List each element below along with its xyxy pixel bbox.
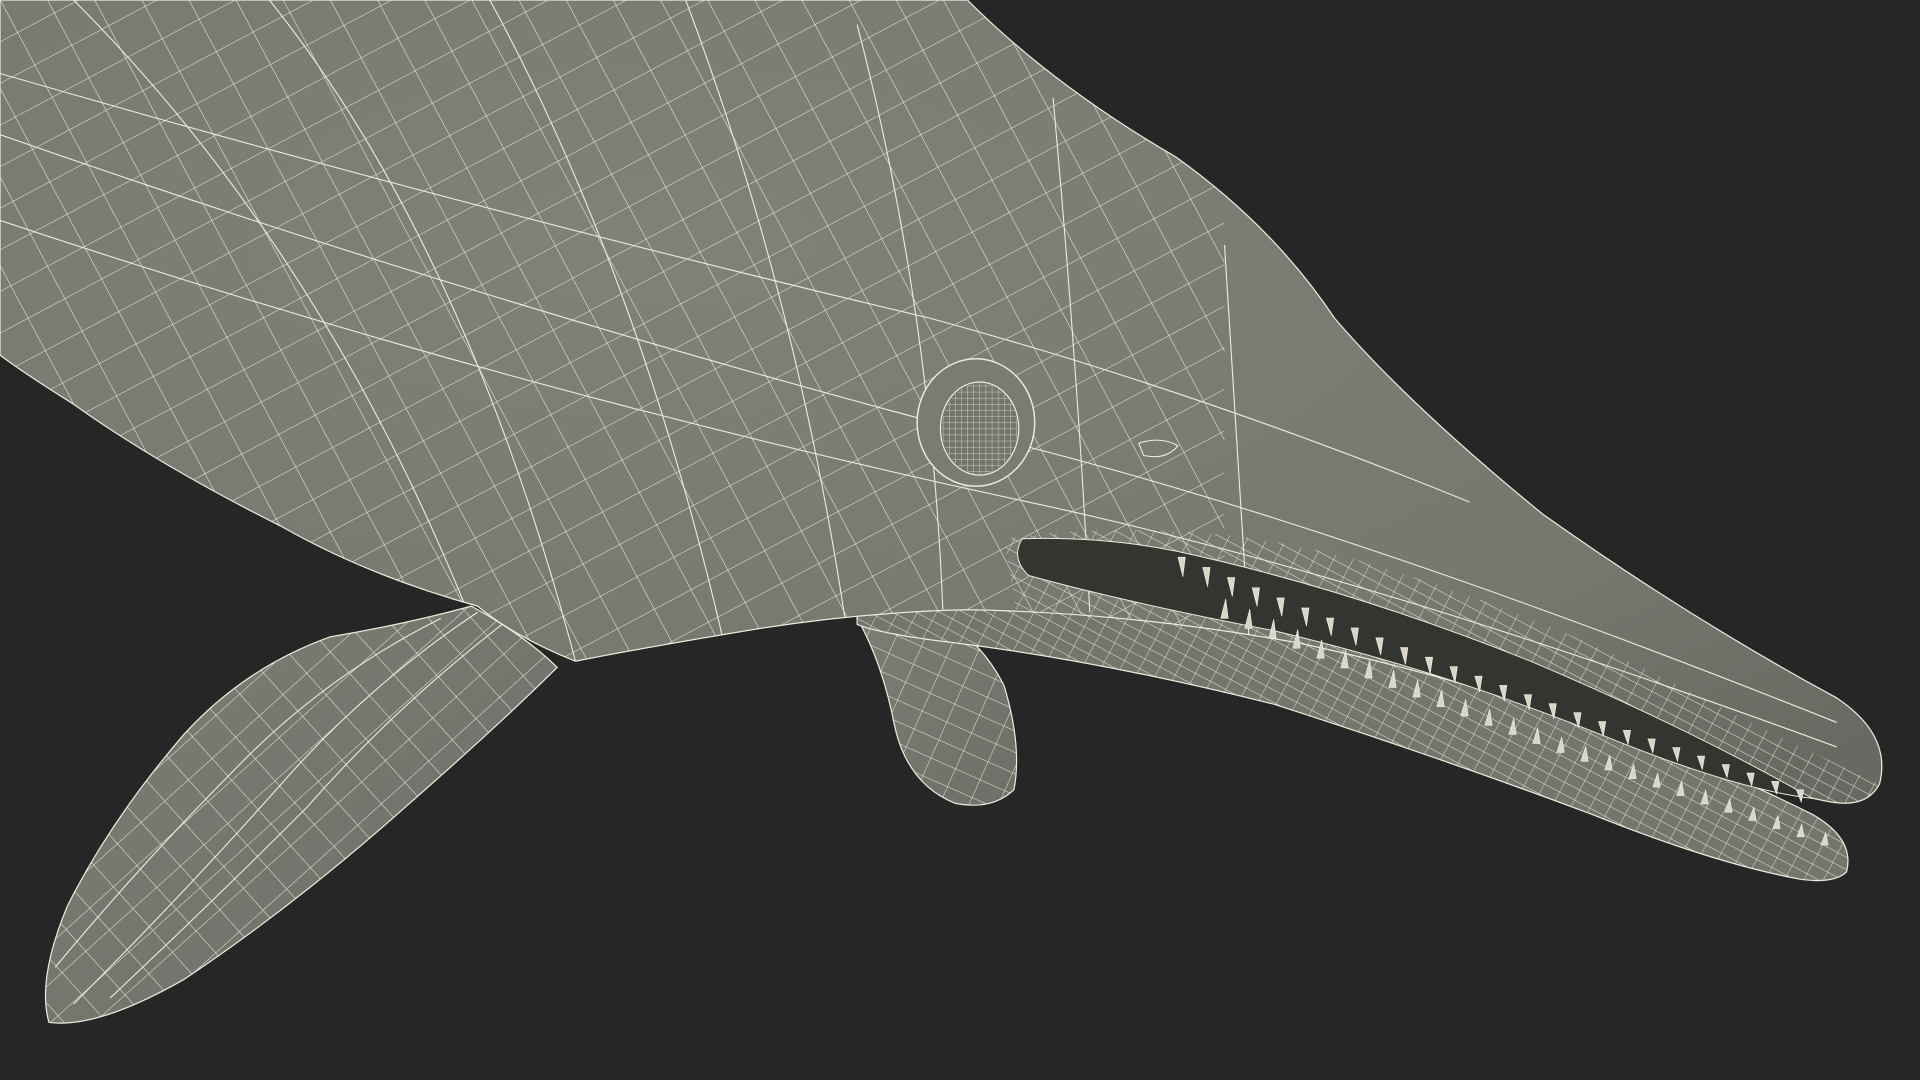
render-viewport bbox=[0, 0, 1920, 1080]
eye bbox=[916, 358, 1036, 487]
wireframe-render bbox=[0, 0, 1920, 1080]
